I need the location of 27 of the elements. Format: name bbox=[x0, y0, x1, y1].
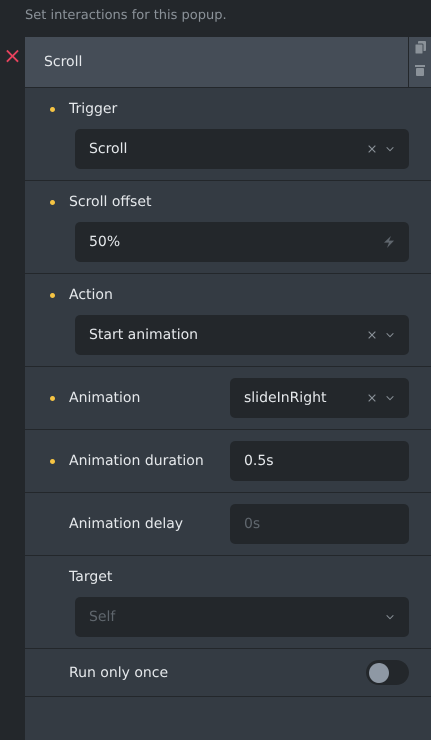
remove-button[interactable]: × bbox=[3, 45, 22, 69]
clear-icon bbox=[367, 330, 377, 340]
chevron-down-icon bbox=[385, 330, 395, 340]
setting-label: Target bbox=[69, 569, 112, 585]
toggle-switch[interactable] bbox=[366, 660, 409, 685]
chevron-down-icon bbox=[385, 393, 395, 403]
select-field[interactable]: Scroll bbox=[75, 129, 409, 169]
setting-label: Trigger bbox=[69, 101, 118, 117]
setting-label: Run only once bbox=[69, 664, 168, 680]
copy-button[interactable] bbox=[414, 41, 426, 54]
chevron-down-icon bbox=[385, 144, 395, 154]
setting-label: Animation duration bbox=[69, 453, 204, 469]
clear-icon bbox=[367, 144, 377, 154]
select-field[interactable]: Start animation bbox=[75, 315, 409, 355]
interaction-header[interactable]: Scroll bbox=[25, 37, 431, 88]
setting-label: Animation delay bbox=[69, 516, 184, 532]
input-field[interactable]: 0.5s bbox=[230, 441, 409, 481]
interaction-title: Scroll bbox=[44, 54, 82, 70]
description-text: Set interactions for this popup. bbox=[24, 7, 228, 25]
input-field[interactable]: 50% bbox=[75, 222, 409, 262]
setting-label: Animation bbox=[69, 390, 140, 406]
setting-label: Scroll offset bbox=[69, 194, 152, 210]
clear-icon bbox=[367, 393, 377, 403]
chevron-down-icon bbox=[385, 612, 395, 622]
setting-label: Action bbox=[69, 287, 113, 303]
select-field[interactable]: slideInRight bbox=[230, 378, 409, 418]
delete-button[interactable] bbox=[415, 64, 425, 76]
